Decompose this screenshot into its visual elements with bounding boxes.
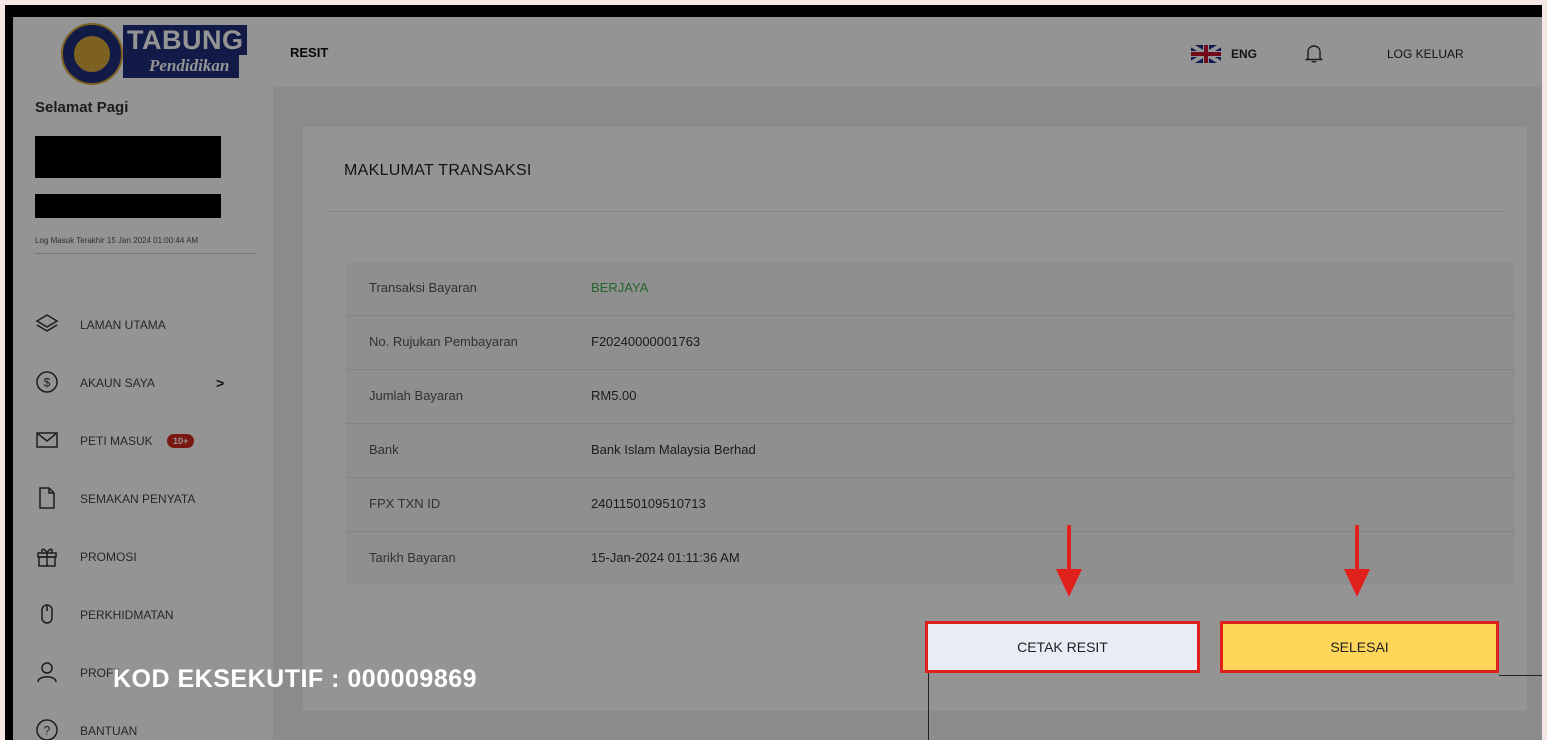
app-window: TABUNG Pendidikan Selamat Pagi Log Masuk… (13, 17, 1542, 740)
executive-code-watermark: KOD EKSEKUTIF : 000009869 (113, 665, 478, 693)
guide-line (1499, 675, 1542, 676)
print-receipt-button[interactable]: CETAK RESIT (925, 621, 1200, 673)
guide-line (928, 673, 929, 740)
done-button[interactable]: SELESAI (1220, 621, 1499, 673)
